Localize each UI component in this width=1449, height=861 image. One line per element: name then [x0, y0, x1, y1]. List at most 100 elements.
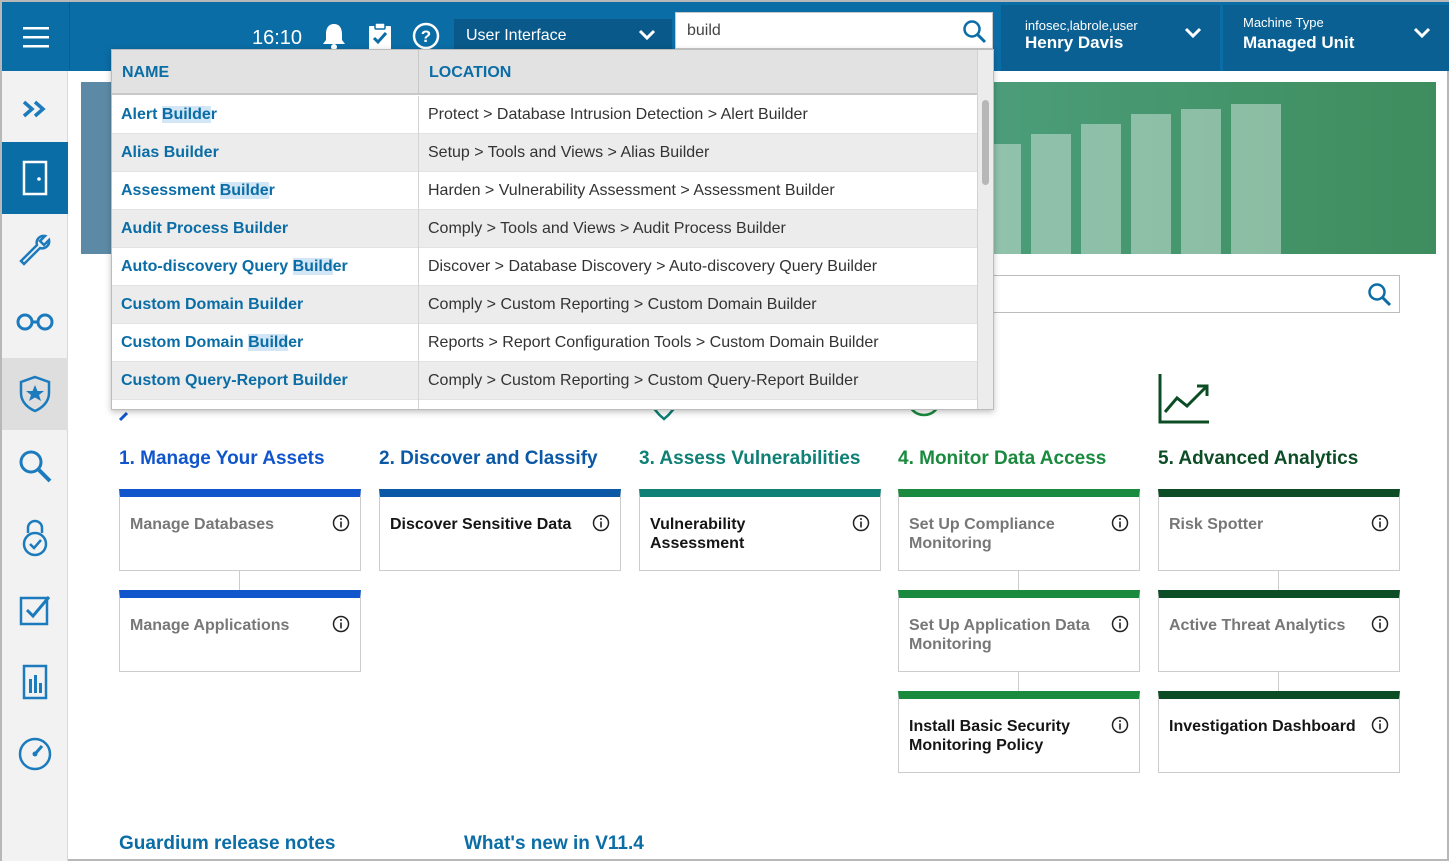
sidebar-item-harden[interactable]: [2, 502, 68, 574]
result-row[interactable]: Custom Query-Report Builder Comply > Cust…: [112, 362, 978, 400]
result-location: Reports > Report Configuration Tools > C…: [428, 334, 879, 351]
name-prefix: Custom Query-Report: [121, 372, 293, 389]
card-vulnerability-assessment[interactable]: Vulnerability Assessment: [639, 489, 881, 571]
chevron-down-icon: [638, 29, 656, 41]
help-button[interactable]: ?: [410, 20, 442, 52]
card-active-threat-analytics[interactable]: Active Threat Analytics: [1158, 590, 1400, 672]
result-row[interactable]: Custom Domain Builder Comply > Custom Rep…: [112, 286, 978, 324]
name-prefix: Alert: [121, 106, 162, 123]
results-scrollbar[interactable]: [977, 50, 993, 409]
chevron-down-icon: [1413, 27, 1431, 39]
info-icon[interactable]: [332, 514, 350, 532]
result-location: Comply > Tools and Views > Audit Process…: [428, 220, 786, 237]
ui-selector[interactable]: User Interface: [454, 19, 672, 53]
result-row[interactable]: Custom Domain Builder Reports > Report Co…: [112, 324, 978, 362]
machine-type-value: Managed Unit: [1243, 33, 1355, 52]
card-label: Manage Applications: [130, 617, 290, 634]
sidebar-item-comply[interactable]: [2, 574, 68, 646]
result-row[interactable]: Auto-discovery Query Builder Discover > D…: [112, 248, 978, 286]
result-name[interactable]: Custom Domain Builder: [121, 296, 303, 314]
result-name[interactable]: Auto-discovery Query Builder: [121, 258, 348, 276]
result-name[interactable]: Audit Process Builder: [121, 220, 288, 238]
step-title: 5. Advanced Analytics: [1158, 448, 1359, 469]
result-name[interactable]: Custom Domain Builder: [121, 334, 303, 352]
result-location: Discover > Database Discovery > Auto-dis…: [428, 258, 878, 275]
name-prefix: Auto-discovery Query: [121, 258, 293, 275]
card-label: Manage Databases: [130, 516, 275, 533]
info-icon[interactable]: [1371, 514, 1389, 532]
user-name: Henry Davis: [1025, 33, 1124, 52]
search-highlight: Builde: [161, 106, 211, 123]
page-search-input[interactable]: [992, 275, 1400, 313]
sidebar-item-reports[interactable]: [2, 646, 68, 718]
sidebar-item-discover[interactable]: [2, 430, 68, 502]
notifications-button[interactable]: [318, 20, 350, 52]
info-icon[interactable]: [1111, 716, 1129, 734]
user-role: infosec,labrole,user: [1025, 18, 1138, 33]
scroll-thumb[interactable]: [982, 100, 989, 185]
result-row[interactable]: Audit Process Builder Comply > Tools and …: [112, 210, 978, 248]
info-icon[interactable]: [852, 514, 870, 532]
info-icon[interactable]: [1371, 615, 1389, 633]
sidebar-item-dashboard[interactable]: [2, 718, 68, 790]
checkbox-icon: [19, 596, 51, 626]
card-discover-sensitive-data[interactable]: Discover Sensitive Data: [379, 489, 621, 571]
name-suffix: r: [210, 106, 218, 123]
sidebar-item-monitor[interactable]: [2, 286, 68, 358]
info-icon[interactable]: [592, 514, 610, 532]
machine-type-label: Machine Type: [1243, 15, 1324, 30]
column-header-location[interactable]: LOCATION: [429, 64, 511, 82]
info-icon[interactable]: [1111, 615, 1129, 633]
search-input[interactable]: [676, 13, 956, 48]
search-icon[interactable]: [1367, 282, 1393, 308]
sidebar-expand[interactable]: [2, 73, 68, 145]
step-title: 3. Assess Vulnerabilities: [639, 448, 861, 469]
card-manage-databases[interactable]: Manage Databases: [119, 489, 361, 571]
info-icon[interactable]: [332, 615, 350, 633]
sidebar-item-protect[interactable]: [2, 358, 68, 430]
card-label: Set Up Compliance Monitoring: [909, 516, 1055, 552]
menu-button[interactable]: [2, 2, 70, 71]
clock: 16:10: [252, 27, 303, 49]
bell-icon: [323, 24, 345, 50]
card-risk-spotter[interactable]: Risk Spotter: [1158, 489, 1400, 571]
name-suffix: er: [332, 258, 348, 275]
card-investigation-dashboard[interactable]: Investigation Dashboard: [1158, 691, 1400, 773]
result-name[interactable]: Custom Query-Report Builder: [121, 372, 348, 390]
card-application-data-monitoring[interactable]: Set Up Application Data Monitoring: [898, 590, 1140, 672]
release-notes-link[interactable]: Guardium release notes: [119, 833, 335, 855]
result-name[interactable]: Alert Builder: [121, 106, 217, 124]
result-name[interactable]: Alias Builder: [121, 144, 219, 162]
step-title: 4. Monitor Data Access: [898, 448, 1107, 469]
door-icon: [22, 160, 48, 196]
info-icon[interactable]: [1371, 716, 1389, 734]
name-suffix: er: [288, 334, 304, 351]
card-compliance-monitoring[interactable]: Set Up Compliance Monitoring: [898, 489, 1140, 571]
search-highlight: Build: [292, 258, 333, 275]
sidebar-item-home[interactable]: [2, 142, 68, 214]
search-button[interactable]: [962, 19, 988, 45]
whats-new-link[interactable]: What's new in V11.4: [464, 833, 644, 855]
card-basic-security-policy[interactable]: Install Basic Security Monitoring Policy: [898, 691, 1140, 773]
result-row[interactable]: Assessment Builder Harden > Vulnerability…: [112, 172, 978, 210]
column-header-name[interactable]: NAME: [122, 64, 169, 82]
chart-line-icon: [1158, 374, 1209, 424]
card-manage-applications[interactable]: Manage Applications: [119, 590, 361, 672]
name-prefix: Assessment: [121, 182, 220, 199]
tasks-button[interactable]: [364, 20, 396, 52]
card-label: Discover Sensitive Data: [390, 516, 572, 533]
name-prefix: Audit Process: [121, 220, 234, 237]
user-menu[interactable]: infosec,labrole,user Henry Davis: [1001, 5, 1220, 71]
machine-type-menu[interactable]: Machine Type Managed Unit: [1223, 5, 1449, 71]
result-row[interactable]: Alert Builder Protect > Database Intrusio…: [112, 96, 978, 134]
name-suffix: Builder: [233, 220, 289, 237]
result-row[interactable]: Alias Builder Setup > Tools and Views > A…: [112, 134, 978, 172]
svg-text:?: ?: [421, 27, 431, 46]
sidebar-item-setup[interactable]: [2, 214, 68, 286]
result-name[interactable]: Assessment Builder: [121, 182, 275, 200]
result-row[interactable]: [112, 400, 978, 409]
name-prefix: Custom Domain: [121, 334, 249, 351]
results-header: NAME LOCATION: [112, 50, 978, 95]
info-icon[interactable]: [1111, 514, 1129, 532]
step-title: 2. Discover and Classify: [379, 448, 598, 469]
